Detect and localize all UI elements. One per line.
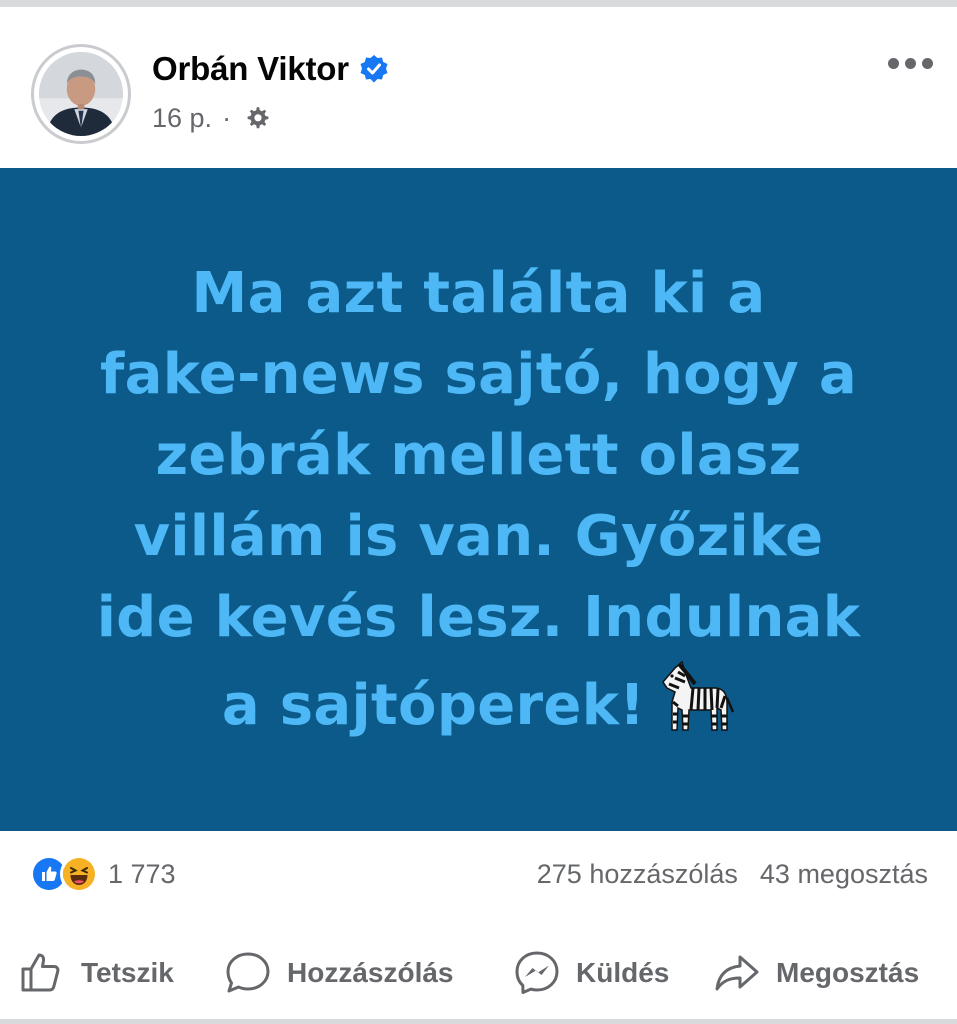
share-arrow-icon [712, 948, 762, 998]
post-text-line: villám is van. Győzike [133, 504, 824, 569]
post-text-line: a sajtóperek! [221, 673, 646, 738]
haha-reaction-icon [60, 855, 98, 893]
shares-count[interactable]: 43 megosztás [760, 859, 928, 890]
post-stats: 1 773 275 hozzászólás 43 megosztás [0, 838, 957, 910]
zebra-emoji-icon [655, 658, 735, 738]
like-label: Tetszik [81, 957, 174, 988]
reactions-count: 1 773 [108, 858, 176, 889]
more-dot [904, 57, 916, 69]
more-dot [887, 57, 899, 69]
share-button[interactable]: Megosztás [712, 947, 919, 999]
post-banner: Ma azt találta ki a fake-news sajtó, hog… [0, 168, 957, 831]
post-actions: Tetszik Hozzászólás Küldés Megosztás [0, 927, 957, 1019]
comment-label: Hozzászólás [287, 957, 454, 988]
gear-icon[interactable] [243, 104, 271, 132]
verified-badge-icon [359, 54, 389, 84]
post-meta: 16 p. · [152, 99, 271, 137]
send-button[interactable]: Küldés [512, 947, 669, 999]
profile-photo [39, 52, 123, 136]
post-text: Ma azt találta ki a fake-news sajtó, hog… [69, 253, 889, 746]
meta-separator: · [222, 102, 232, 133]
post-text-line: ide kevés lesz. Indulnak [96, 585, 861, 650]
more-dot [921, 57, 933, 69]
post-text-line: zebrák mellett olasz [155, 423, 802, 488]
more-options-icon[interactable] [880, 43, 940, 83]
share-label: Megosztás [776, 957, 920, 988]
comment-bubble-icon [223, 948, 273, 998]
messenger-icon [512, 948, 562, 998]
author-row: Orbán Viktor [152, 47, 389, 91]
post-text-line: Ma azt találta ki a [191, 261, 766, 326]
comments-count[interactable]: 275 hozzászólás [537, 859, 738, 890]
engagement-counts: 275 hozzászólás 43 megosztás [537, 852, 928, 896]
avatar[interactable] [31, 44, 131, 144]
screen: Orbán Viktor 16 p. · Ma azt találta ki a… [0, 0, 957, 1024]
post-text-line: fake-news sajtó, hogy a [100, 342, 857, 407]
like-button[interactable]: Tetszik [17, 947, 174, 999]
thumbs-up-icon [17, 948, 67, 998]
author-name[interactable]: Orbán Viktor [152, 50, 349, 88]
send-label: Küldés [576, 957, 670, 988]
post-time[interactable]: 16 p. [152, 103, 212, 134]
post-card: Orbán Viktor 16 p. · Ma azt találta ki a… [0, 7, 957, 1019]
comment-button[interactable]: Hozzászólás [223, 947, 454, 999]
reactions-summary[interactable]: 1 773 [30, 852, 176, 896]
profile-photo-image [39, 52, 123, 136]
post-text-last-line: a sajtóperek! [69, 658, 889, 746]
